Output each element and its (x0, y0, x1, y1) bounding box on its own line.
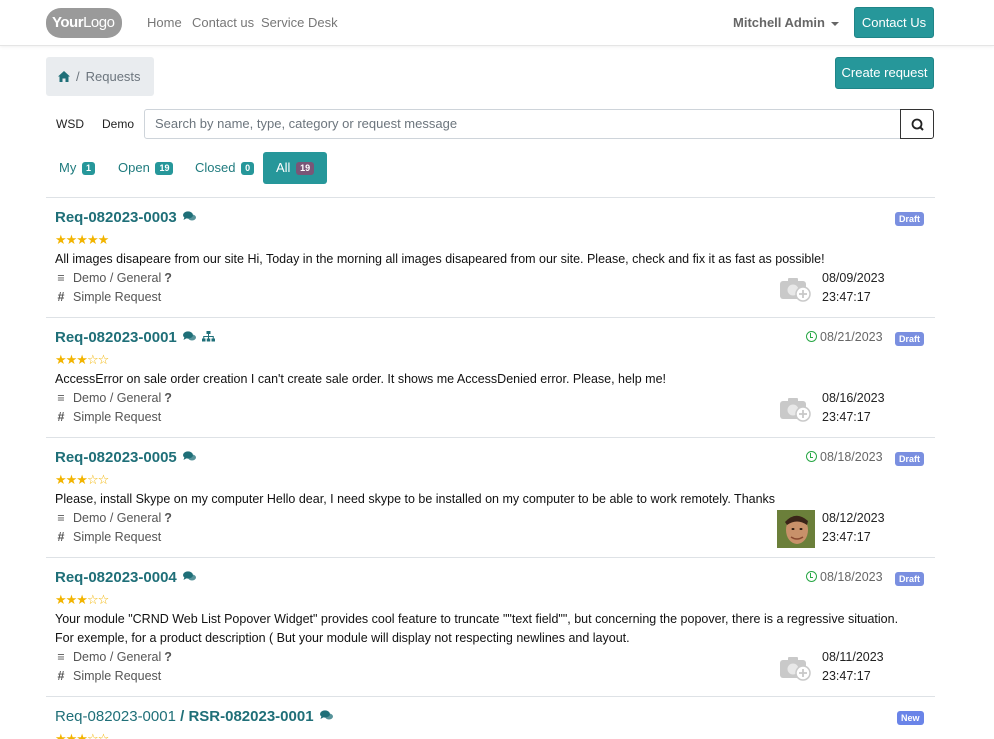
rating-stars: ★★★☆☆ (55, 731, 109, 739)
request-name-link[interactable]: Req-082023-0003 (55, 209, 196, 226)
request-text: Your module "CRND Web List Popover Widge… (55, 612, 899, 645)
rating-stars: ★★★☆☆ (55, 352, 109, 367)
search-icon (911, 118, 924, 131)
deadline-date: 08/21/2023 (806, 330, 883, 344)
request-date: 08/16/2023 23:47:17 (822, 391, 885, 424)
list-icon: ≡ (57, 650, 65, 664)
tab-label: Open (118, 160, 150, 175)
help-icon[interactable]: ? (164, 271, 172, 285)
tab-all[interactable]: All 19 (263, 152, 328, 184)
request-name-link[interactable]: Req-082023-0001 / RSR-082023-0001 (55, 708, 333, 725)
rating-stars: ★★★☆☆ (55, 472, 109, 487)
request-date: 08/11/2023 23:47:17 (822, 650, 884, 683)
home-icon[interactable] (58, 70, 70, 85)
help-icon[interactable]: ? (164, 511, 172, 525)
hash-icon: # (57, 530, 65, 544)
stage-badge: Draft (895, 332, 925, 346)
parent-request-link[interactable]: Req-082023-0001 (55, 708, 176, 725)
company-logo[interactable]: YourLogo (46, 8, 122, 38)
deadline-date: 08/18/2023 (806, 570, 883, 584)
tab-my[interactable]: My 1 (51, 152, 103, 184)
request-text: AccessError on sale order creation I can… (55, 372, 667, 386)
count-badge: 1 (81, 162, 95, 175)
comments-icon (319, 708, 333, 725)
stage-badge: New (897, 711, 924, 725)
clock-icon (806, 331, 817, 342)
tab-label: All (276, 160, 291, 175)
comments-icon (182, 329, 196, 346)
comments-icon (182, 449, 196, 466)
list-item[interactable]: Req-082023-0001 / RSR-082023-0001 New ★★… (46, 697, 935, 739)
request-category: ≡ Demo / General? (55, 650, 172, 664)
hash-icon: # (57, 410, 65, 424)
camera-placeholder-icon (780, 657, 811, 681)
hash-icon: # (57, 669, 65, 683)
list-item[interactable]: Req-082023-0005 08/18/2023 Draft ★★★☆☆ P… (46, 438, 935, 558)
request-type: # Simple Request (55, 290, 162, 304)
breadcrumb-separator: / (76, 69, 80, 84)
rating-stars: ★★★★★ (55, 232, 109, 247)
contact-us-button[interactable]: Contact Us (854, 7, 934, 38)
clock-icon (806, 571, 817, 582)
camera-placeholder-icon (780, 278, 811, 302)
comments-icon (182, 569, 196, 586)
create-request-button[interactable]: Create request (835, 57, 934, 89)
request-type: # Simple Request (55, 669, 162, 683)
list-icon: ≡ (57, 271, 65, 285)
comments-icon (182, 209, 196, 226)
list-item[interactable]: Req-082023-0004 08/18/2023 Draft ★★★☆☆ Y… (46, 558, 935, 697)
request-name-link[interactable]: Req-082023-0004 (55, 569, 196, 586)
count-badge: 19 (296, 162, 315, 175)
author-avatar (777, 510, 815, 548)
sitemap-icon (201, 329, 215, 346)
user-menu-dropdown[interactable]: Mitchell Admin (733, 15, 839, 30)
search-button[interactable] (900, 109, 934, 139)
breadcrumb: / Requests (46, 57, 154, 96)
request-category: ≡ Demo / General? (55, 271, 172, 285)
request-date: 08/12/2023 23:47:17 (822, 511, 885, 544)
nav-contact-link[interactable]: Contact us (192, 15, 254, 30)
hash-icon: # (57, 290, 65, 304)
top-navbar: YourLogo Home Contact us Service Desk Mi… (0, 0, 994, 46)
stage-badge: Draft (895, 452, 925, 466)
list-icon: ≡ (57, 391, 65, 405)
tab-label: Closed (195, 160, 236, 175)
list-item[interactable]: Req-082023-0001 08/21/2023 Draft ★★★☆☆ A… (46, 318, 935, 438)
search-input[interactable]: Search by name, type, category or reques… (144, 109, 901, 139)
count-badge: 19 (155, 162, 174, 175)
request-text: Please, install Skype on my computer Hel… (55, 492, 776, 506)
request-type: # Simple Request (55, 530, 162, 544)
deadline-date: 08/18/2023 (806, 450, 883, 464)
tab-open[interactable]: Open 19 (110, 152, 181, 184)
request-type: # Simple Request (55, 410, 162, 424)
request-text: All images disapeare from our site Hi, T… (55, 252, 825, 266)
search-chip-wsd[interactable]: WSD (56, 117, 84, 131)
list-item[interactable]: Req-082023-0003 Draft ★★★★★ All images d… (46, 198, 935, 318)
clock-icon (806, 451, 817, 462)
request-category: ≡ Demo / General? (55, 391, 172, 405)
request-name-link[interactable]: Req-082023-0005 (55, 449, 196, 466)
stage-badge: Draft (895, 212, 925, 226)
tab-label: My (59, 160, 77, 175)
stage-badge: Draft (895, 572, 925, 586)
search-chip-demo[interactable]: Demo (102, 117, 134, 131)
nav-service-desk-link[interactable]: Service Desk (261, 15, 338, 30)
breadcrumb-current: Requests (85, 69, 141, 84)
tab-closed[interactable]: Closed 0 (187, 152, 262, 184)
request-date: 08/09/2023 23:47:17 (822, 271, 885, 304)
nav-home-link[interactable]: Home (147, 15, 182, 30)
camera-placeholder-icon (780, 398, 811, 422)
rating-stars: ★★★☆☆ (55, 592, 109, 607)
count-badge: 0 (241, 162, 255, 175)
help-icon[interactable]: ? (164, 391, 172, 405)
user-name: Mitchell Admin (733, 15, 825, 30)
list-icon: ≡ (57, 511, 65, 525)
request-name-link[interactable]: Req-082023-0001 (55, 329, 215, 346)
request-category: ≡ Demo / General? (55, 511, 172, 525)
help-icon[interactable]: ? (164, 650, 172, 664)
caret-down-icon (830, 21, 839, 26)
